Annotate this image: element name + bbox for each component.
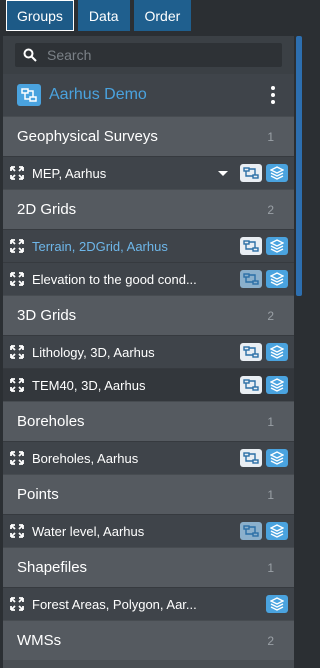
layers-toggle-button[interactable]: [266, 376, 288, 394]
expand-icon[interactable]: [9, 165, 25, 181]
layer-item-boreholes[interactable]: Boreholes, Aarhus: [3, 441, 294, 474]
group-2d-grids[interactable]: 2D Grids 2: [3, 189, 294, 229]
layer-item-lithology[interactable]: Lithology, 3D, Aarhus: [3, 335, 294, 368]
project-header: Aarhus Demo: [3, 74, 294, 116]
layers-toggle-button[interactable]: [266, 595, 288, 613]
group-label: Boreholes: [17, 413, 85, 430]
search-bar: [3, 36, 294, 74]
group-count: 1: [267, 560, 274, 575]
layer-item-water-level[interactable]: Water level, Aarhus: [3, 514, 294, 547]
search-input[interactable]: [45, 46, 274, 64]
grid-view-button[interactable]: [240, 270, 262, 288]
layer-name: Water level, Aarhus: [32, 523, 145, 539]
expand-icon[interactable]: [9, 238, 25, 254]
layer-item-mep[interactable]: MEP, Aarhus: [3, 156, 294, 189]
group-count: 1: [267, 414, 274, 429]
tab-groups[interactable]: Groups: [6, 0, 74, 31]
grid-view-button[interactable]: [240, 343, 262, 361]
layer-name: TEM40, 3D, Aarhus: [32, 377, 146, 393]
layer-name: Lithology, 3D, Aarhus: [32, 344, 155, 360]
layer-name: Forest Areas, Polygon, Aar...: [32, 596, 197, 612]
layers-toggle-button[interactable]: [266, 522, 288, 540]
tab-data[interactable]: Data: [77, 0, 130, 31]
tab-bar: Groups Data Order: [0, 0, 302, 33]
group-shapefiles[interactable]: Shapefiles 1: [3, 547, 294, 587]
grid-view-button[interactable]: [240, 237, 262, 255]
tab-order[interactable]: Order: [133, 0, 192, 31]
search-icon: [23, 48, 37, 62]
layer-item-terrain[interactable]: Terrain, 2DGrid, Aarhus: [3, 229, 294, 262]
group-label: Shapefiles: [17, 559, 88, 576]
grid-view-button[interactable]: [240, 376, 262, 394]
expand-icon[interactable]: [9, 344, 25, 360]
group-points[interactable]: Points 1: [3, 474, 294, 514]
dropdown-caret-icon[interactable]: [218, 170, 228, 176]
layer-item-forest-areas[interactable]: Forest Areas, Polygon, Aar...: [3, 587, 294, 620]
layers-toggle-button[interactable]: [266, 343, 288, 361]
expand-icon[interactable]: [9, 523, 25, 539]
layers-toggle-button[interactable]: [266, 164, 288, 182]
layers-toggle-button[interactable]: [266, 237, 288, 255]
group-label: 2D Grids: [17, 201, 77, 218]
search-box: [15, 43, 282, 67]
group-wmss[interactable]: WMSs 2: [3, 620, 294, 660]
expand-icon[interactable]: [9, 377, 25, 393]
group-3d-grids[interactable]: 3D Grids 2: [3, 295, 294, 335]
group-label: Geophysical Surveys: [17, 128, 158, 145]
group-count: 1: [267, 487, 274, 502]
group-count: 1: [267, 129, 274, 144]
group-label: 3D Grids: [17, 307, 77, 324]
layer-name: Terrain, 2DGrid, Aarhus: [32, 238, 168, 254]
layer-item-tem40[interactable]: TEM40, 3D, Aarhus: [3, 368, 294, 401]
grid-view-button[interactable]: [240, 164, 262, 182]
expand-icon[interactable]: [9, 450, 25, 466]
more-menu-icon[interactable]: [264, 86, 282, 104]
expand-icon[interactable]: [9, 596, 25, 612]
groups-panel: Aarhus Demo Geophysical Surveys 1 MEP, A…: [3, 36, 294, 668]
group-label: Points: [17, 486, 59, 503]
layers-toggle-button[interactable]: [266, 449, 288, 467]
layer-name: Boreholes, Aarhus: [32, 450, 139, 466]
group-geophysical-surveys[interactable]: Geophysical Surveys 1: [3, 116, 294, 156]
group-count: 2: [267, 633, 274, 648]
panel-scrollbar[interactable]: [296, 36, 302, 296]
layer-item-elevation[interactable]: Elevation to the good cond...: [3, 262, 294, 295]
layer-name: MEP, Aarhus: [32, 165, 107, 181]
group-count: 2: [267, 308, 274, 323]
grid-view-button[interactable]: [240, 449, 262, 467]
layer-name: Elevation to the good cond...: [32, 271, 197, 287]
group-boreholes[interactable]: Boreholes 1: [3, 401, 294, 441]
project-icon: [17, 84, 41, 106]
layers-toggle-button[interactable]: [266, 270, 288, 288]
grid-view-button[interactable]: [240, 522, 262, 540]
group-label: WMSs: [17, 632, 62, 649]
group-count: 2: [267, 202, 274, 217]
project-title: Aarhus Demo: [49, 86, 147, 103]
expand-icon[interactable]: [9, 271, 25, 287]
